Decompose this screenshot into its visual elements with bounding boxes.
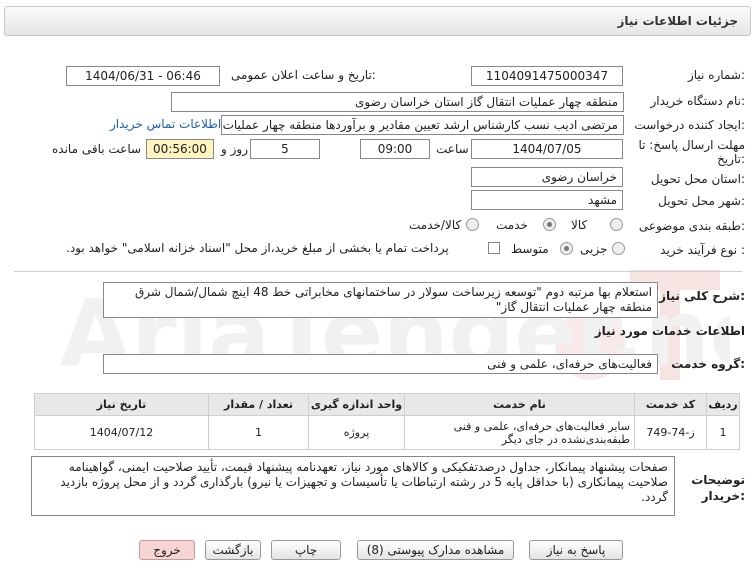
requester-label: ایجاد کننده درخواست: [634,118,745,132]
buyer-org-label: نام دستگاه خریدار: [650,94,746,108]
col-header-service-name: نام خدمت [404,393,635,416]
service-group-label: گروه خدمت: [671,357,745,371]
need-number-label: شماره نیاز: [687,68,745,82]
category-radio-goods-service[interactable] [466,218,479,231]
category-option-goods-service: کالا/خدمت [409,218,462,232]
services-info-heading: اطلاعات خدمات مورد نیاز [594,324,745,338]
divider [14,271,742,272]
deadline-label-line1: مهلت ارسال پاسخ: تا [638,138,745,152]
city-label: شهر محل تحویل: [658,194,745,208]
process-radio-minor[interactable] [612,242,625,255]
buyer-contact-link[interactable]: اطلاعات تماس خریدار [110,117,221,131]
category-option-goods: کالا [571,218,588,232]
view-attachments-button[interactable]: مشاهده مدارک پیوستی (8) [357,540,514,560]
general-desc-field: استعلام بها مرتبه دوم "توسعه زیرساخت سول… [103,282,658,318]
page-header: جزئیات اطلاعات نیاز [4,6,751,36]
need-number-field: 1104091475000347 [471,66,623,86]
deadline-label-line2: تاریخ: [717,152,745,166]
exit-button[interactable]: خروج [139,540,195,560]
time-label: ساعت [436,142,469,156]
process-option-medium: متوسط [511,242,549,256]
requester-field: مرتضی ادیب نسب کارشناس ارشد تعیین مقادیر… [221,115,624,135]
col-header-need-date: تاریخ نیاز [34,393,209,416]
category-option-service: خدمت [496,218,528,232]
process-radio-medium[interactable] [560,242,573,255]
col-header-quantity: تعداد / مقدار [208,393,309,416]
general-desc-label: شرح کلی نیاز: [659,289,745,303]
city-field: مشهد [471,190,623,210]
cell-quantity: 1 [208,415,309,450]
process-option-minor: جزیی [580,242,608,256]
buyer-notes-field: صفحات پیشنهاد پیمانکار، جداول درصدتفکیکی… [31,456,675,516]
deadline-date-field: 1404/07/05 [471,139,623,159]
col-header-service-code: کد خدمت [634,393,707,416]
category-radio-service[interactable] [543,218,556,231]
buyer-notes-label-line1: توضیحات [691,473,745,487]
process-type-label: نوع فرآیند خرید : [660,243,745,257]
days-field: 5 [250,139,320,159]
service-group-field: فعالیت‌های حرفه‌ای، علمی و فنی [103,354,658,374]
cell-service-name: سایر فعالیت‌های حرفه‌ای، علمی و فنی طبقه… [404,415,635,450]
buyer-notes-label-line2: خریدار: [701,489,745,503]
table-row: 1 ز-74-749 سایر فعالیت‌های حرفه‌ای، علمی… [34,415,740,450]
treasury-checkbox[interactable] [488,242,500,254]
print-button[interactable]: چاپ [271,540,341,560]
remaining-label: ساعت باقی مانده [52,142,142,156]
announce-datetime-label: تاریخ و ساعت اعلان عمومی: [231,68,376,82]
cell-unit: پروژه [308,415,405,450]
days-label: روز و [221,142,248,156]
remaining-time-field: 00:56:00 [146,139,214,159]
page-title: جزئیات اطلاعات نیاز [617,14,738,28]
buyer-org-field: منطقه چهار عملیات انتقال گاز استان خراسا… [171,92,624,112]
back-button[interactable]: بازگشت [205,540,261,560]
cell-need-date: 1404/07/12 [34,415,209,450]
col-header-unit: واحد اندازه گیری [308,393,405,416]
announce-datetime-field: 1404/06/31 - 06:46 [66,66,220,86]
category-radio-goods[interactable] [610,218,623,231]
table-header-row: ردیف کد خدمت نام خدمت واحد اندازه گیری ت… [34,393,740,416]
services-table: ردیف کد خدمت نام خدمت واحد اندازه گیری ت… [34,393,740,450]
col-header-row-number: ردیف [706,393,740,416]
cell-row-number: 1 [706,415,740,450]
cell-service-code: ز-74-749 [634,415,707,450]
reply-button[interactable]: پاسخ به نیاز [529,540,623,560]
province-label: استان محل تحویل: [650,172,745,186]
category-label: طبقه بندی موضوعی: [638,219,745,233]
deadline-time-field: 09:00 [360,139,430,159]
province-field: خراسان رضوی [471,167,623,187]
payment-note: پرداخت تمام یا بخشی از مبلغ خرید،از محل … [66,241,449,255]
